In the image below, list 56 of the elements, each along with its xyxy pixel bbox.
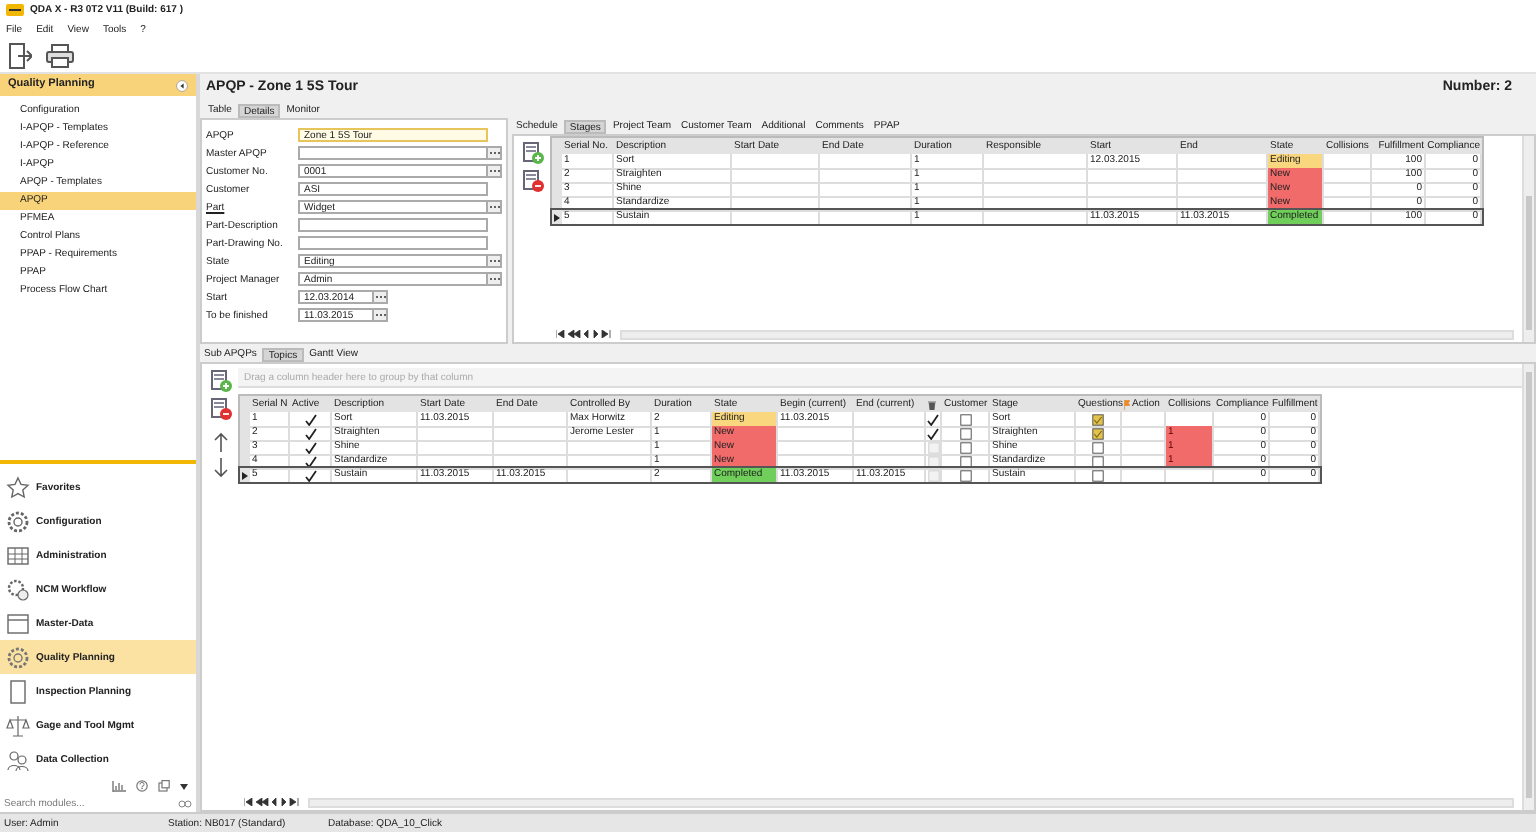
navigator-icon[interactable]: [244, 798, 300, 806]
printer-icon[interactable]: [46, 44, 74, 68]
checkbox[interactable]: [1092, 469, 1104, 481]
caret-icon[interactable]: [180, 783, 188, 789]
lookup-button[interactable]: [374, 307, 388, 323]
lookup-button[interactable]: [374, 289, 388, 305]
star-icon: [6, 475, 30, 499]
checkbox[interactable]: [1092, 455, 1104, 467]
horizontal-scrollbar[interactable]: [620, 329, 1514, 339]
exit-icon[interactable]: [8, 42, 32, 70]
row-selector[interactable]: [240, 468, 250, 484]
row-indicator-icon: [242, 472, 248, 480]
checkbox[interactable]: [959, 441, 971, 453]
gear-icon: [6, 509, 30, 533]
gears-icon: [6, 577, 30, 601]
trash-icon: [928, 399, 936, 409]
vertical-scrollbar[interactable]: [1522, 136, 1534, 342]
table-icon: [6, 543, 30, 567]
checkbox[interactable]: [959, 469, 971, 481]
down-arrow-icon[interactable]: [213, 458, 227, 478]
delete-row-icon[interactable]: [209, 398, 231, 420]
checkbox[interactable]: [1092, 441, 1104, 453]
input-field[interactable]: [298, 235, 488, 251]
lookup-button[interactable]: [488, 163, 502, 179]
lookup-button[interactable]: [488, 199, 502, 215]
checkbox[interactable]: [1092, 413, 1104, 425]
people-icon: [6, 747, 30, 771]
delete-row-icon[interactable]: [521, 170, 543, 192]
vertical-scrollbar[interactable]: [1522, 364, 1534, 810]
window-icon: [6, 611, 30, 635]
row-selector[interactable]: [552, 210, 562, 226]
collapse-icon[interactable]: [176, 79, 188, 91]
lookup-button[interactable]: [488, 145, 502, 161]
help-icon[interactable]: [136, 780, 148, 792]
add-row-icon[interactable]: [209, 370, 231, 392]
checkbox[interactable]: [1092, 427, 1104, 439]
lookup-button[interactable]: [488, 271, 502, 287]
lookup-button[interactable]: [488, 253, 502, 269]
document-icon: [6, 679, 30, 703]
navigator-icon[interactable]: [556, 330, 612, 338]
row-indicator-icon: [554, 214, 560, 222]
add-row-icon[interactable]: [521, 142, 543, 164]
flag-icon: [1124, 399, 1130, 409]
bar-chart-icon[interactable]: [112, 780, 126, 792]
app-icon: [6, 2, 24, 18]
options-icon[interactable]: [178, 800, 192, 808]
scale-icon: [6, 713, 30, 737]
input-field[interactable]: [298, 145, 488, 161]
copy-icon[interactable]: [158, 780, 170, 792]
gear-icon: [6, 645, 30, 669]
input-field[interactable]: [298, 217, 488, 233]
checkbox[interactable]: [959, 413, 971, 425]
checkbox[interactable]: [959, 427, 971, 439]
up-arrow-icon[interactable]: [213, 432, 227, 452]
horizontal-scrollbar[interactable]: [308, 797, 1514, 807]
checkbox[interactable]: [959, 455, 971, 467]
